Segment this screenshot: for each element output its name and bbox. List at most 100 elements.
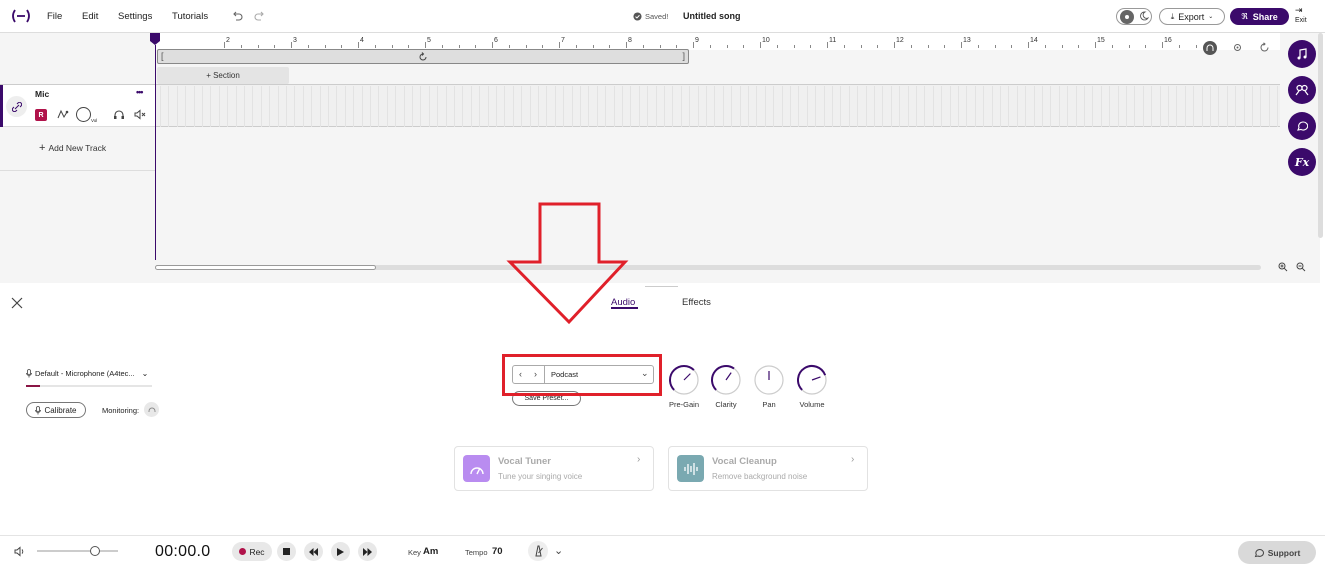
- volume-icon[interactable]: [14, 546, 26, 557]
- loop-region[interactable]: [ ]: [157, 49, 689, 64]
- zoom-out-icon[interactable]: [1296, 262, 1306, 272]
- tempo-value[interactable]: 70: [492, 546, 503, 557]
- grid-line: [1042, 86, 1043, 127]
- menu-file[interactable]: File: [47, 11, 62, 22]
- grid-line: [555, 86, 556, 127]
- add-new-track-button[interactable]: + Add New Track: [39, 142, 106, 154]
- track-input-button[interactable]: [6, 96, 27, 117]
- support-label: Support: [1267, 547, 1301, 558]
- ruler-tick: [894, 42, 895, 48]
- input-device-select[interactable]: Default - Microphone (A4tec... ⌄: [26, 369, 148, 378]
- menu-settings[interactable]: Settings: [118, 11, 152, 22]
- undo-icon[interactable]: [231, 10, 243, 22]
- ruler-tick: [676, 45, 678, 48]
- loop-toggle-icon[interactable]: [1259, 42, 1270, 53]
- track-name[interactable]: Mic: [35, 89, 49, 99]
- automation-icon[interactable]: [57, 109, 69, 120]
- knob-pre-gain[interactable]: [668, 363, 702, 397]
- vertical-scrollbar[interactable]: [1318, 33, 1323, 238]
- key-label: Key: [408, 548, 421, 557]
- headphones-icon[interactable]: [113, 109, 125, 120]
- chat-button[interactable]: [1288, 112, 1316, 140]
- grid-line: [395, 86, 396, 127]
- knob-clarity[interactable]: [710, 363, 744, 397]
- fx-button[interactable]: Fx: [1288, 148, 1316, 176]
- plus-icon: +: [39, 142, 46, 154]
- metronome-toggle[interactable]: [1203, 41, 1217, 55]
- loop-start-handle[interactable]: [: [161, 51, 164, 61]
- zoom-in-icon[interactable]: [1278, 262, 1288, 272]
- chevron-down-icon[interactable]: ⌄: [554, 544, 563, 557]
- menu-edit[interactable]: Edit: [82, 11, 98, 22]
- grid-line: [202, 86, 203, 127]
- grid-line: [966, 86, 967, 127]
- vocal-cleanup-card[interactable]: Vocal Cleanup Remove background noise ›: [668, 446, 868, 491]
- ruler-mark: 6: [494, 37, 498, 44]
- playhead-handle[interactable]: [150, 33, 160, 45]
- knob-pan[interactable]: [753, 363, 787, 397]
- record-arm-button[interactable]: R: [35, 109, 47, 121]
- ruler-tick: [224, 42, 225, 48]
- rewind-button[interactable]: [304, 542, 323, 561]
- ruler-tick: [525, 45, 527, 48]
- track-panel: [0, 283, 1325, 535]
- track-header[interactable]: Mic ••• R Vol: [0, 84, 155, 127]
- horizontal-scrollbar-track[interactable]: [155, 265, 1261, 270]
- play-button[interactable]: [331, 542, 350, 561]
- music-note-button[interactable]: [1288, 40, 1316, 68]
- ruler-tick: [843, 45, 845, 48]
- key-value[interactable]: Am: [423, 546, 438, 557]
- horizontal-scrollbar-thumb[interactable]: [155, 265, 376, 270]
- grid-line: [1277, 86, 1278, 127]
- grid-line: [824, 86, 825, 127]
- stop-button[interactable]: [277, 542, 296, 561]
- settings-gear-icon[interactable]: [1232, 42, 1243, 53]
- grid-line: [462, 86, 463, 127]
- collab-button[interactable]: [1288, 76, 1316, 104]
- knob-volume[interactable]: [796, 363, 830, 397]
- logo-icon[interactable]: [10, 9, 32, 23]
- ruler-tick: [810, 45, 812, 48]
- grid-line: [286, 86, 287, 127]
- metronome-button[interactable]: [528, 541, 548, 561]
- mute-icon[interactable]: [134, 109, 147, 120]
- calibrate-button[interactable]: Calibrate: [26, 402, 86, 418]
- panel-resize-handle[interactable]: [645, 286, 678, 287]
- theme-toggle[interactable]: [1116, 8, 1152, 25]
- share-button[interactable]: ℜ Share: [1230, 8, 1289, 25]
- monitoring-toggle[interactable]: [144, 402, 159, 417]
- add-section-button[interactable]: + Section: [157, 67, 289, 84]
- track-lane[interactable]: [156, 84, 1280, 127]
- chevron-down-icon: ⌄: [1208, 14, 1214, 20]
- ruler-tick: [659, 45, 661, 48]
- grid-line: [362, 86, 363, 127]
- volume-knob[interactable]: [76, 107, 91, 122]
- grid-line: [194, 86, 195, 127]
- forward-button[interactable]: [358, 542, 377, 561]
- grid-line: [177, 86, 178, 127]
- ruler-tick: [726, 45, 728, 48]
- redo-icon[interactable]: [254, 10, 266, 22]
- ruler-tick: [257, 45, 259, 48]
- ruler-mark: 9: [695, 37, 699, 44]
- calibrate-label: Calibrate: [44, 405, 77, 415]
- ruler-tick: [1078, 45, 1080, 48]
- master-volume-thumb[interactable]: [90, 546, 100, 556]
- music-note-icon: [1297, 48, 1307, 60]
- grid-line: [454, 86, 455, 127]
- track-more-button[interactable]: •••: [136, 87, 144, 97]
- tab-effects[interactable]: Effects: [682, 297, 711, 308]
- vocal-tuner-card[interactable]: Vocal Tuner Tune your singing voice ›: [454, 446, 654, 491]
- export-button[interactable]: ⤓ Export ⌄: [1159, 8, 1225, 25]
- support-button[interactable]: Support: [1238, 541, 1316, 564]
- master-volume-slider[interactable]: [37, 546, 118, 556]
- exit-button[interactable]: ⇥ Exit: [1295, 6, 1307, 25]
- loop-end-handle[interactable]: ]: [682, 51, 685, 61]
- menu-tutorials[interactable]: Tutorials: [172, 11, 208, 22]
- grid-line: [404, 86, 405, 127]
- close-icon[interactable]: [11, 297, 23, 309]
- moon-icon: [1139, 11, 1149, 21]
- record-button[interactable]: Rec: [232, 542, 272, 561]
- song-title[interactable]: Untitled song: [683, 11, 741, 21]
- ruler-tick: [492, 42, 493, 48]
